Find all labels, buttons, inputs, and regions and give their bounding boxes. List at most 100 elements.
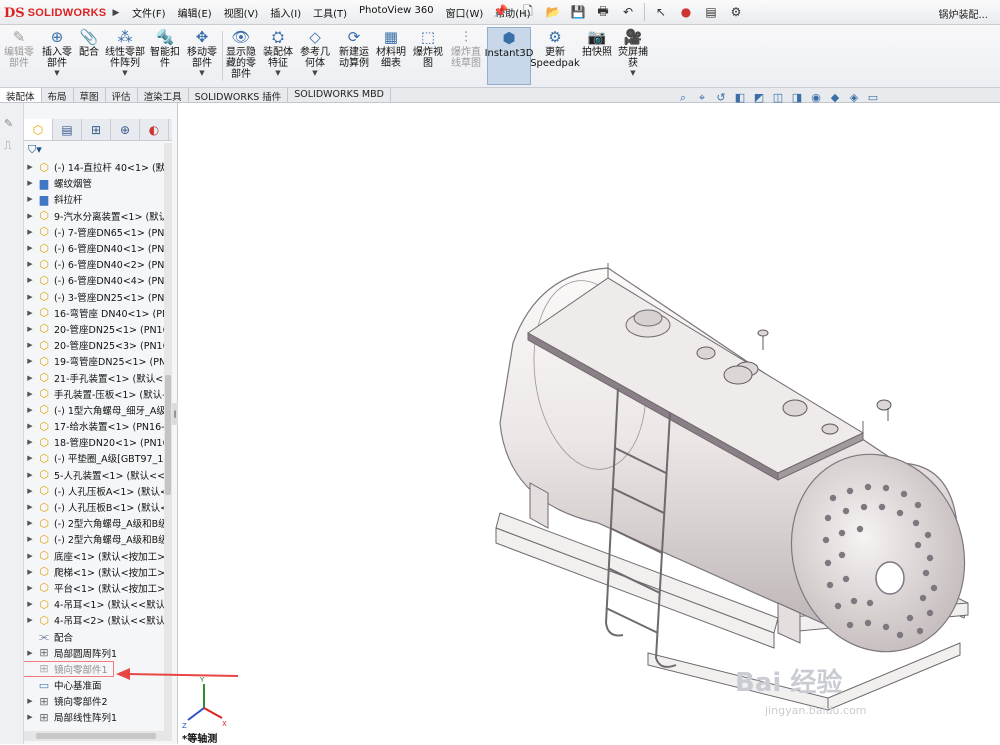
show-hidden-components-button[interactable]: 👁 显示隐 藏的零 部件 <box>224 27 258 85</box>
property-manager-tab-icon[interactable]: ▤ <box>53 119 82 140</box>
screen-capture-dropdown-icon[interactable]: ▼ <box>630 69 635 77</box>
instant3d-button[interactable]: ⬢ Instant3D <box>485 27 533 85</box>
tab-render-tools[interactable]: 渲染工具 <box>138 88 189 103</box>
exploded-view-button[interactable]: ⬚ 爆炸视 图 <box>410 27 446 85</box>
expand-arrow-icon[interactable]: ▶ <box>24 422 36 430</box>
explode-line-sketch-button[interactable]: ⫶ 爆炸直 线草图 <box>448 27 484 85</box>
tree-item[interactable]: ▶ ⬡ (-) 6-管座DN40<1> (PN <box>24 240 164 256</box>
save-icon[interactable]: 💾 <box>567 3 589 21</box>
update-speedpak-button[interactable]: ⚙ 更新 Speedpak <box>530 27 580 85</box>
expand-arrow-icon[interactable]: ▶ <box>24 616 36 624</box>
tab-mbd[interactable]: SOLIDWORKS MBD <box>288 88 391 102</box>
tree-item[interactable]: ▶ ⬡ (-) 2型六角螺母_A级和B级 <box>24 515 164 531</box>
tree-item[interactable]: ▶ ⬡ 21-手孔装置<1> (默认< <box>24 369 164 385</box>
expand-arrow-icon[interactable]: ▶ <box>24 374 36 382</box>
expand-arrow-icon[interactable]: ▶ <box>24 276 36 284</box>
move-component-button[interactable]: ✥ 移动零 部件 ▼ <box>184 27 220 85</box>
expand-arrow-icon[interactable]: ▶ <box>24 341 36 349</box>
tree-horizontal-scrollbar[interactable] <box>24 731 172 741</box>
expand-arrow-icon[interactable]: ▶ <box>24 163 36 171</box>
expand-arrow-icon[interactable]: ▶ <box>24 179 36 187</box>
expand-arrow-icon[interactable]: ▶ <box>24 293 36 301</box>
tree-item[interactable]: ▶ ⊞ 局部圆周阵列1 <box>24 645 164 661</box>
tree-item[interactable]: ▶ ⬡ (-) 7-管座DN65<1> (PN <box>24 224 164 240</box>
tree-item[interactable]: ▶ ⬡ 底座<1> (默认<按加工> <box>24 548 164 564</box>
expand-arrow-icon[interactable]: ▶ <box>24 438 36 446</box>
expand-arrow-icon[interactable]: ▶ <box>24 357 36 365</box>
expand-arrow-icon[interactable]: ▶ <box>24 713 36 721</box>
expand-arrow-icon[interactable]: ▶ <box>24 568 36 576</box>
tree-item[interactable]: ▶ ▆ 斜拉杆 <box>24 191 164 207</box>
tree-item[interactable]: ▶ ⬡ 爬梯<1> (默认<按加工> <box>24 564 164 580</box>
options-gear-icon[interactable]: ⚙ <box>725 3 747 21</box>
tree-item[interactable]: ⫘ 配合 <box>24 628 164 644</box>
tree-item[interactable]: ▶ ⬡ 19-弯管座DN25<1> (PN <box>24 353 164 369</box>
expand-arrow-icon[interactable]: ▶ <box>24 309 36 317</box>
tree-item[interactable]: ▶ ⬡ (-) 平垫圈_A级[GBT97_1- <box>24 450 164 466</box>
tree-item[interactable]: ▶ ⬡ (-) 人孔压板A<1> (默认< <box>24 483 164 499</box>
scrollbar-thumb[interactable] <box>165 375 171 495</box>
select-pointer-icon[interactable]: ↖ <box>650 3 672 21</box>
assembly-feature-dropdown-icon[interactable]: ▼ <box>275 69 280 77</box>
snapshot-button[interactable]: 📷 拍快照 <box>580 27 614 85</box>
new-motion-study-button[interactable]: ⟳ 新建运 动算例 <box>336 27 372 85</box>
pin-icon[interactable]: 📌 <box>493 4 508 18</box>
rebuild-traffic-light-icon[interactable]: ● <box>675 3 697 21</box>
solidworks-logo[interactable]: DS SOLIDWORKS ▶ <box>4 4 119 22</box>
edit-component-button[interactable]: ✎ 编辑零 部件 <box>2 27 36 85</box>
tree-item[interactable]: ▶ ⬡ (-) 3-管座DN25<1> (PN <box>24 289 164 305</box>
tree-item[interactable]: ▶ ⬡ 20-管座DN25<3> (PN16 <box>24 337 164 353</box>
scrollbar-thumb[interactable] <box>36 733 156 739</box>
tree-item[interactable]: ▶ ⬡ 平台<1> (默认<按加工> <box>24 580 164 596</box>
expand-arrow-icon[interactable]: ▶ <box>24 244 36 252</box>
reference-geometry-button[interactable]: ◇ 参考几 何体 ▼ <box>298 27 332 85</box>
expand-arrow-icon[interactable]: ▶ <box>24 584 36 592</box>
print-icon[interactable]: 🖶 <box>592 3 614 21</box>
expand-arrow-icon[interactable]: ▶ <box>24 535 36 543</box>
open-icon[interactable]: 📂 <box>542 3 564 21</box>
screen-capture-button[interactable]: 🎥 荧屏捕 获 ▼ <box>616 27 650 85</box>
tree-item[interactable]: ▶ ⬡ 20-管座DN25<1> (PN16 <box>24 321 164 337</box>
bom-button[interactable]: ▦ 材料明 细表 <box>374 27 408 85</box>
configuration-manager-tab-icon[interactable]: ⊞ <box>82 119 111 140</box>
tree-item[interactable]: ▶ ⬡ (-) 14-直拉杆 40<1> (默 <box>24 159 164 175</box>
tree-item[interactable]: ▶ ⬡ 18-管座DN20<1> (PN16 <box>24 434 164 450</box>
tree-item[interactable]: ▶ ⬡ 5-人孔装置<1> (默认<<默 <box>24 467 164 483</box>
tree-item[interactable]: ⊞ 镜向零部件1 <box>24 660 114 677</box>
menu-view[interactable]: 视图(V) <box>224 5 259 20</box>
new-document-icon[interactable]: 🗋 <box>517 3 539 21</box>
tree-item[interactable]: ▶ ⬡ 16-弯管座 DN40<1> (PN <box>24 305 164 321</box>
boiler-model[interactable] <box>178 103 1000 744</box>
expand-arrow-icon[interactable]: ▶ <box>24 600 36 608</box>
expand-arrow-icon[interactable]: ▶ <box>24 519 36 527</box>
expand-arrow-icon[interactable]: ▶ <box>24 649 36 657</box>
tree-item[interactable]: ▶ ⊞ 局部线性阵列1 <box>24 709 164 725</box>
tree-item[interactable]: ▶ ⬡ (-) 2型六角螺母_A级和B级 <box>24 531 164 547</box>
menu-tools[interactable]: 工具(T) <box>313 5 347 20</box>
insert-component-dropdown-icon[interactable]: ▼ <box>54 69 59 77</box>
mate-button[interactable]: 📎 配合 <box>76 27 102 85</box>
file-properties-icon[interactable]: ▤ <box>700 3 722 21</box>
tree-item[interactable]: ▶ ⬡ 4-吊耳<2> (默认<<默认 <box>24 612 164 628</box>
tab-layout[interactable]: 布局 <box>42 88 74 103</box>
expand-arrow-icon[interactable]: ▶ <box>24 325 36 333</box>
expand-arrow-icon[interactable]: ▶ <box>24 552 36 560</box>
expand-arrow-icon[interactable]: ▶ <box>24 471 36 479</box>
linear-pattern-button[interactable]: ⁂ 线性零部 件阵列 ▼ <box>104 27 146 85</box>
linear-pattern-dropdown-icon[interactable]: ▼ <box>122 69 127 77</box>
feature-manager-tab-icon[interactable]: ⬡ <box>24 119 53 140</box>
tree-item[interactable]: ▶ ⬡ (-) 1型六角螺母_细牙_A级 <box>24 402 164 418</box>
graphics-area[interactable] <box>178 103 1000 744</box>
expand-arrow-icon[interactable]: ▶ <box>24 454 36 462</box>
undo-icon[interactable]: ↶ <box>617 3 639 21</box>
sensor-icon[interactable]: ✎ <box>4 117 13 130</box>
tree-item[interactable]: ▶ ⬡ 手孔装置-压板<1> (默认- <box>24 386 164 402</box>
display-manager-tab-icon[interactable]: ◐ <box>140 119 169 140</box>
tab-evaluate[interactable]: 评估 <box>106 88 138 103</box>
expand-arrow-icon[interactable]: ▶ <box>24 406 36 414</box>
assembly-feature-button[interactable]: ⛭ 装配体 特征 ▼ <box>260 27 296 85</box>
tree-item[interactable]: ▶ ⬡ 4-吊耳<1> (默认<<默认 <box>24 596 164 612</box>
menu-window[interactable]: 窗口(W) <box>446 5 484 20</box>
sketch-tool-icon[interactable]: ⎍ <box>4 139 12 153</box>
tree-item[interactable]: ▶ ⬡ 9-汽水分离装置<1> (默认 <box>24 208 164 224</box>
